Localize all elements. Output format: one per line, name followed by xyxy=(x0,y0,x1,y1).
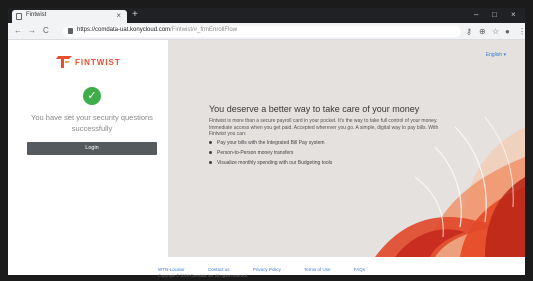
forward-button[interactable]: → xyxy=(28,25,36,37)
browser-toolbar: ← → C https://comdata-uat.konycloud.com/… xyxy=(8,23,526,40)
feature-item: Pay your bills with the Integrated Bill … xyxy=(209,140,332,150)
page-icon xyxy=(16,13,22,20)
key-icon[interactable]: ⚷ xyxy=(466,26,472,37)
footer-links: WTN-Locator Contact us Privacy Policy Te… xyxy=(158,267,387,272)
feature-item: Visualize monthly spending with our Budg… xyxy=(209,160,332,170)
maximize-button[interactable]: □ xyxy=(492,8,497,22)
feature-item: Person-to-Person money transfers xyxy=(209,150,332,160)
footer-link-terms[interactable]: Terms of Use xyxy=(304,267,331,272)
language-selector[interactable]: English ▾ xyxy=(486,52,506,58)
star-icon[interactable]: ☆ xyxy=(492,26,499,37)
right-panel: English ▾ You deserve a better way to ta… xyxy=(168,40,525,257)
reload-button[interactable]: C xyxy=(43,25,49,37)
page-content: FINTWIST ✓ You have set your security qu… xyxy=(8,40,525,278)
success-message: You have set your security questions suc… xyxy=(31,113,153,133)
menu-icon[interactable]: ⋮ xyxy=(518,26,526,37)
footer-link-privacy[interactable]: Privacy Policy xyxy=(253,267,281,272)
footer-link-locator[interactable]: WTN-Locator xyxy=(158,267,185,272)
tab-title: Fintwist xyxy=(26,12,47,18)
close-window-button[interactable]: × xyxy=(511,8,516,22)
flower-art-icon xyxy=(375,116,525,257)
success-check-icon: ✓ xyxy=(83,87,101,105)
footer-link-contact[interactable]: Contact us xyxy=(208,267,230,272)
login-button[interactable]: Login xyxy=(27,142,157,155)
address-bar[interactable]: https://comdata-uat.konycloud.com/Fintwi… xyxy=(63,26,461,37)
copyright-text: Copyright © 2019 Comdata Inc. All rights… xyxy=(158,273,249,278)
tab-close-icon[interactable]: × xyxy=(116,10,121,22)
feature-list: Pay your bills with the Integrated Bill … xyxy=(209,140,332,170)
brand-name: FINTWIST xyxy=(75,58,121,67)
left-panel: FINTWIST ✓ You have set your security qu… xyxy=(8,40,168,257)
browser-tab[interactable]: Fintwist × xyxy=(12,10,127,23)
account-icon[interactable]: ● xyxy=(505,26,510,37)
brand-logo-icon xyxy=(56,56,72,68)
footer-link-faqs[interactable]: FAQs xyxy=(354,267,365,272)
zoom-icon[interactable]: ⊕ xyxy=(479,26,486,37)
tab-strip: Fintwist × + – □ × xyxy=(8,8,525,23)
new-tab-button[interactable]: + xyxy=(132,9,138,21)
minimize-button[interactable]: – xyxy=(474,8,478,22)
back-button[interactable]: ← xyxy=(14,25,22,37)
url-text: https://comdata-uat.konycloud.com/Fintwi… xyxy=(77,27,238,33)
lock-icon xyxy=(68,28,73,34)
